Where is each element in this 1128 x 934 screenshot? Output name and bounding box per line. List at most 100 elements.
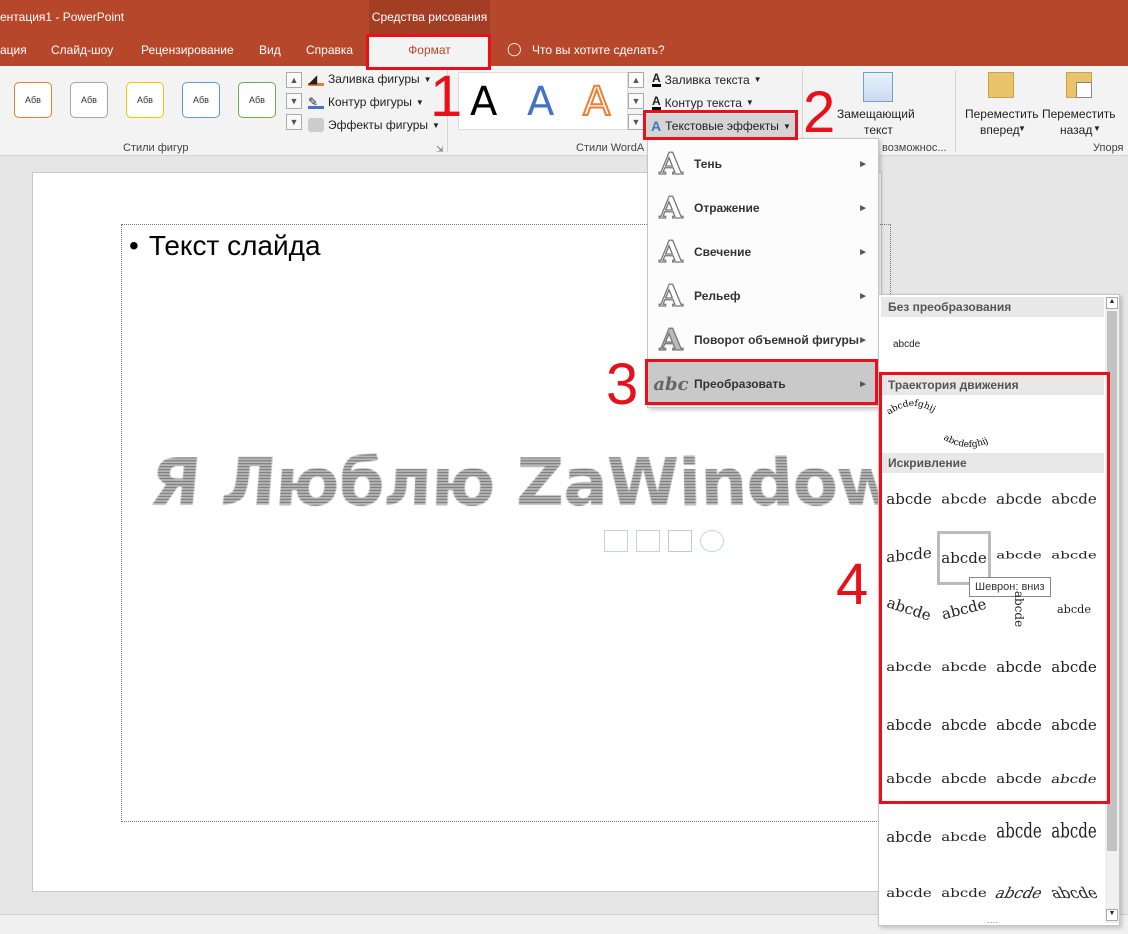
- no-transform-option[interactable]: abcde: [893, 339, 920, 350]
- wordart-style-black[interactable]: A: [470, 82, 497, 122]
- ribbon: Абв Абв Абв Абв Абв ▲ ▼ ▼ ◢ Заливка фигу…: [0, 66, 1128, 156]
- menu-item-label: Отражение: [694, 201, 760, 215]
- shape-outline-label: Контур фигуры: [328, 95, 412, 109]
- send-backward-label-1[interactable]: Переместить: [1042, 107, 1116, 121]
- shape-effects-label: Эффекты фигуры: [328, 118, 429, 132]
- menu-item-bevel[interactable]: A Рельеф ►: [648, 274, 878, 318]
- chevron-right-icon: ►: [858, 158, 868, 170]
- glow-icon: A: [659, 234, 684, 270]
- gallery-down-icon[interactable]: ▼: [628, 93, 644, 109]
- shape-effects-button[interactable]: Эффекты фигуры ▼: [308, 118, 440, 132]
- tab-review[interactable]: Рецензирование: [141, 43, 234, 57]
- bullet: •: [129, 230, 139, 261]
- shadow-icon: A: [659, 146, 684, 182]
- picture-icon[interactable]: [604, 530, 628, 552]
- chevron-down-icon: ▼: [415, 97, 424, 107]
- highlight-box-transform: [645, 359, 878, 405]
- icons-icon[interactable]: [700, 530, 724, 552]
- tab-slideshow[interactable]: Слайд-шоу: [51, 43, 113, 57]
- chevron-down-icon: ▼: [1018, 124, 1026, 133]
- shape-style-swatch[interactable]: Абв: [70, 82, 108, 118]
- chevron-right-icon: ►: [858, 246, 868, 258]
- alt-text-label-2[interactable]: текст: [864, 123, 893, 137]
- warp-slant-up-option[interactable]: abcde: [883, 874, 935, 912]
- gallery-more-icon[interactable]: ▼: [628, 114, 644, 130]
- menu-item-label: Поворот объемной фигуры: [694, 333, 860, 347]
- chevron-right-icon: ►: [858, 334, 868, 346]
- shape-styles-group-label: Стили фигур: [123, 142, 189, 154]
- wordart-styles-group-label: Стили WordA: [576, 142, 645, 154]
- scroll-down-icon[interactable]: ▼: [1106, 909, 1118, 921]
- shape-style-swatch[interactable]: Абв: [14, 82, 52, 118]
- reflection-icon: A: [659, 190, 684, 226]
- shape-style-swatch[interactable]: Абв: [126, 82, 164, 118]
- bring-forward-label-1[interactable]: Переместить: [965, 107, 1039, 121]
- arrange-group-label: Упоря: [1093, 142, 1124, 154]
- gallery-more-icon[interactable]: ▼: [286, 114, 302, 130]
- warp-fade-up-option[interactable]: abcde: [993, 799, 1045, 864]
- annotation-number: 2: [803, 80, 836, 145]
- wordart-style-blue[interactable]: A: [527, 82, 554, 122]
- send-backward-icon-front: [1076, 82, 1092, 98]
- text-outline-icon: A: [652, 94, 661, 110]
- text-outline-label: Контур текста: [664, 95, 742, 110]
- lightbulb-icon: ◯: [507, 41, 522, 56]
- warp-slant-down-option[interactable]: abcde: [938, 874, 990, 912]
- menu-item-shadow[interactable]: A Тень ►: [648, 142, 878, 186]
- shape-outline-button[interactable]: ✎ Контур фигуры ▼: [308, 95, 424, 109]
- paint-bucket-icon: ◢: [308, 72, 324, 86]
- warp-fade-right-option[interactable]: abcde: [883, 813, 935, 861]
- text-fill-button[interactable]: A Заливка текста ▼: [652, 72, 762, 87]
- alt-text-icon: [863, 72, 893, 102]
- title-bar: ентация1 - PowerPoint Средства рисования: [0, 0, 1128, 34]
- tab-help[interactable]: Справка: [306, 43, 353, 57]
- tell-me-search[interactable]: Что вы хотите сделать?: [532, 43, 665, 57]
- shape-fill-button[interactable]: ◢ Заливка фигуры ▼: [308, 72, 432, 86]
- accessibility-group-label: возможнос...: [882, 142, 947, 154]
- effects-icon: [308, 118, 324, 132]
- alt-text-label-1[interactable]: Замещающий: [837, 107, 915, 121]
- annotation-number: 4: [836, 552, 869, 617]
- shape-style-swatch[interactable]: Абв: [238, 82, 276, 118]
- menu-item-reflection[interactable]: A Отражение ►: [648, 186, 878, 230]
- chevron-right-icon: ►: [858, 202, 868, 214]
- text-outline-button[interactable]: A Контур текста ▼: [652, 95, 754, 110]
- slide-body-text[interactable]: • Текст слайда: [129, 230, 321, 262]
- chevron-down-icon: ▼: [753, 75, 762, 84]
- online-picture-icon[interactable]: [636, 530, 660, 552]
- warp-fade-left-option[interactable]: abcde: [938, 818, 990, 856]
- no-transform-header: Без преобразования: [881, 297, 1104, 317]
- content-insert-icons: [604, 530, 736, 556]
- video-icon[interactable]: [668, 530, 692, 552]
- text-fill-icon: A: [652, 71, 661, 87]
- wordart-style-orange[interactable]: A: [582, 81, 611, 123]
- more-indicator: ....: [987, 915, 999, 926]
- tab-presentation[interactable]: ация: [0, 43, 27, 57]
- tab-view[interactable]: Вид: [259, 43, 281, 57]
- menu-item-3d-rotation[interactable]: A Поворот объемной фигуры ►: [648, 318, 878, 362]
- chevron-down-icon: ▼: [745, 98, 754, 107]
- drawing-tools-context-label: Средства рисования: [369, 0, 490, 34]
- send-backward-label-2[interactable]: назад: [1060, 123, 1092, 137]
- pen-icon: ✎: [308, 95, 324, 109]
- gallery-up-icon[interactable]: ▲: [286, 72, 302, 88]
- menu-item-label: Свечение: [694, 245, 752, 259]
- shape-fill-label: Заливка фигуры: [328, 72, 420, 86]
- shape-style-swatch[interactable]: Абв: [182, 82, 220, 118]
- text-fill-label: Заливка текста: [664, 72, 750, 87]
- scroll-up-icon[interactable]: ▲: [1106, 297, 1118, 309]
- warp-fade-down-option[interactable]: abcde: [1048, 799, 1100, 864]
- warp-cascade-down-option[interactable]: abcde: [1037, 869, 1111, 917]
- ribbon-tabs: ация Слайд-шоу Рецензирование Вид Справк…: [0, 34, 1128, 66]
- menu-item-label: Тень: [694, 157, 723, 171]
- body-text: Текст слайда: [148, 230, 321, 261]
- bring-forward-icon: [988, 72, 1014, 98]
- bevel-icon: A: [659, 278, 684, 314]
- gallery-up-icon[interactable]: ▲: [628, 72, 644, 88]
- menu-item-glow[interactable]: A Свечение ►: [648, 230, 878, 274]
- gallery-down-icon[interactable]: ▼: [286, 93, 302, 109]
- highlight-box-format-tab: [366, 34, 491, 70]
- menu-item-label: Рельеф: [694, 289, 741, 303]
- dialog-launcher-icon[interactable]: ⇲: [436, 144, 444, 155]
- bring-forward-label-2[interactable]: вперед: [980, 123, 1020, 137]
